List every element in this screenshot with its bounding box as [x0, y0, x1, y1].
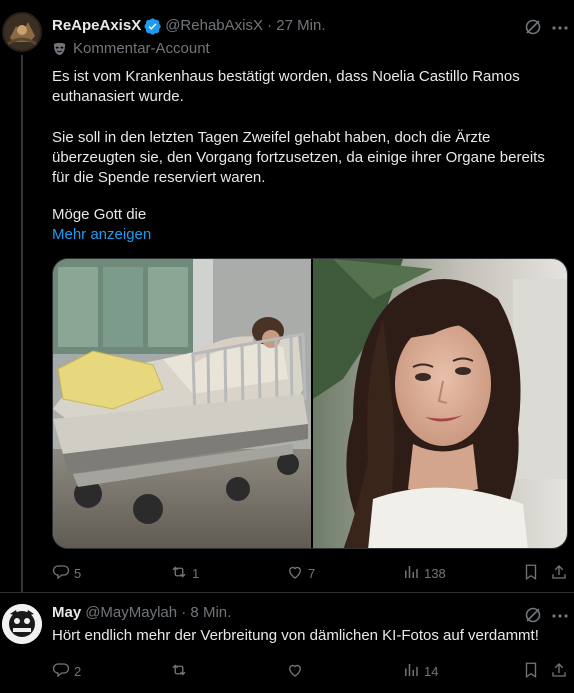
- repost-button[interactable]: [170, 661, 188, 682]
- reply-count: 5: [74, 566, 82, 581]
- reply-button[interactable]: 5: [52, 563, 81, 584]
- share-icon: [550, 661, 568, 682]
- reply-count: 2: [74, 664, 82, 679]
- post-text-paragraph-1: Es ist vom Krankenhaus bestätigt worden,…: [52, 68, 520, 105]
- post-text: Hört endlich mehr der Verbreitung von dä…: [52, 627, 539, 644]
- share-icon: [550, 563, 568, 584]
- reply-icon: [52, 661, 70, 682]
- media-photo-portrait[interactable]: [313, 259, 567, 548]
- author-handle-time[interactable]: @RehabAxisX · 27 Min.: [165, 16, 325, 36]
- views-count: 138: [424, 566, 446, 581]
- post-actions: 5 1 7 138: [52, 563, 568, 583]
- like-button[interactable]: 7: [286, 563, 315, 584]
- bookmark-icon: [522, 563, 540, 584]
- mask-icon: [52, 41, 67, 56]
- reply-button[interactable]: 2: [52, 661, 81, 682]
- repost-button[interactable]: 1: [170, 563, 199, 584]
- like-count: 7: [308, 566, 316, 581]
- author-name[interactable]: May: [52, 603, 81, 623]
- author-name[interactable]: ReApeAxisX: [52, 16, 141, 36]
- post-media[interactable]: [52, 258, 568, 549]
- views-icon: [402, 661, 420, 682]
- bookmark-button[interactable]: [522, 661, 540, 682]
- repost-count: 1: [192, 566, 200, 581]
- show-more-link[interactable]: Mehr anzeigen: [52, 225, 151, 245]
- more-icon[interactable]: [550, 18, 570, 38]
- grok-icon[interactable]: [523, 605, 543, 625]
- views-button[interactable]: 14: [402, 661, 438, 682]
- author-avatar[interactable]: [2, 604, 42, 644]
- thread-line: [21, 55, 23, 592]
- views-button[interactable]: 138: [402, 563, 446, 584]
- post-text-paragraph-3: Möge Gott die: [52, 206, 147, 223]
- views-icon: [402, 563, 420, 584]
- author-avatar[interactable]: [2, 12, 42, 52]
- repost-icon: [170, 563, 188, 584]
- post-actions: 2 14: [52, 661, 568, 681]
- repost-icon: [170, 661, 188, 682]
- like-icon: [286, 661, 304, 682]
- bookmark-icon: [522, 661, 540, 682]
- post-header: May @MayMaylah · 8 Min.: [52, 603, 231, 623]
- bookmark-button[interactable]: [522, 563, 540, 584]
- post-maymaylah[interactable]: May @MayMaylah · 8 Min. Hört endlich meh…: [0, 593, 574, 693]
- post-text-paragraph-2: Sie soll in den letzten Tagen Zweifel ge…: [52, 129, 545, 186]
- account-label: Kommentar-Account: [73, 40, 210, 57]
- author-handle-time[interactable]: @MayMaylah · 8 Min.: [85, 603, 231, 623]
- share-button[interactable]: [550, 563, 568, 584]
- views-count: 14: [424, 664, 439, 679]
- grok-icon[interactable]: [523, 17, 543, 37]
- like-button[interactable]: [286, 661, 304, 682]
- media-photo-hospital[interactable]: [53, 259, 311, 548]
- like-icon: [286, 563, 304, 584]
- post-header: ReApeAxisX @RehabAxisX · 27 Min.: [52, 16, 326, 36]
- more-icon[interactable]: [550, 606, 570, 626]
- share-button[interactable]: [550, 661, 568, 682]
- post-reapeaxisx[interactable]: ReApeAxisX @RehabAxisX · 27 Min. Komment…: [0, 0, 574, 592]
- account-label-row: Kommentar-Account: [52, 40, 210, 57]
- reply-icon: [52, 563, 70, 584]
- verified-badge-icon: [144, 17, 161, 35]
